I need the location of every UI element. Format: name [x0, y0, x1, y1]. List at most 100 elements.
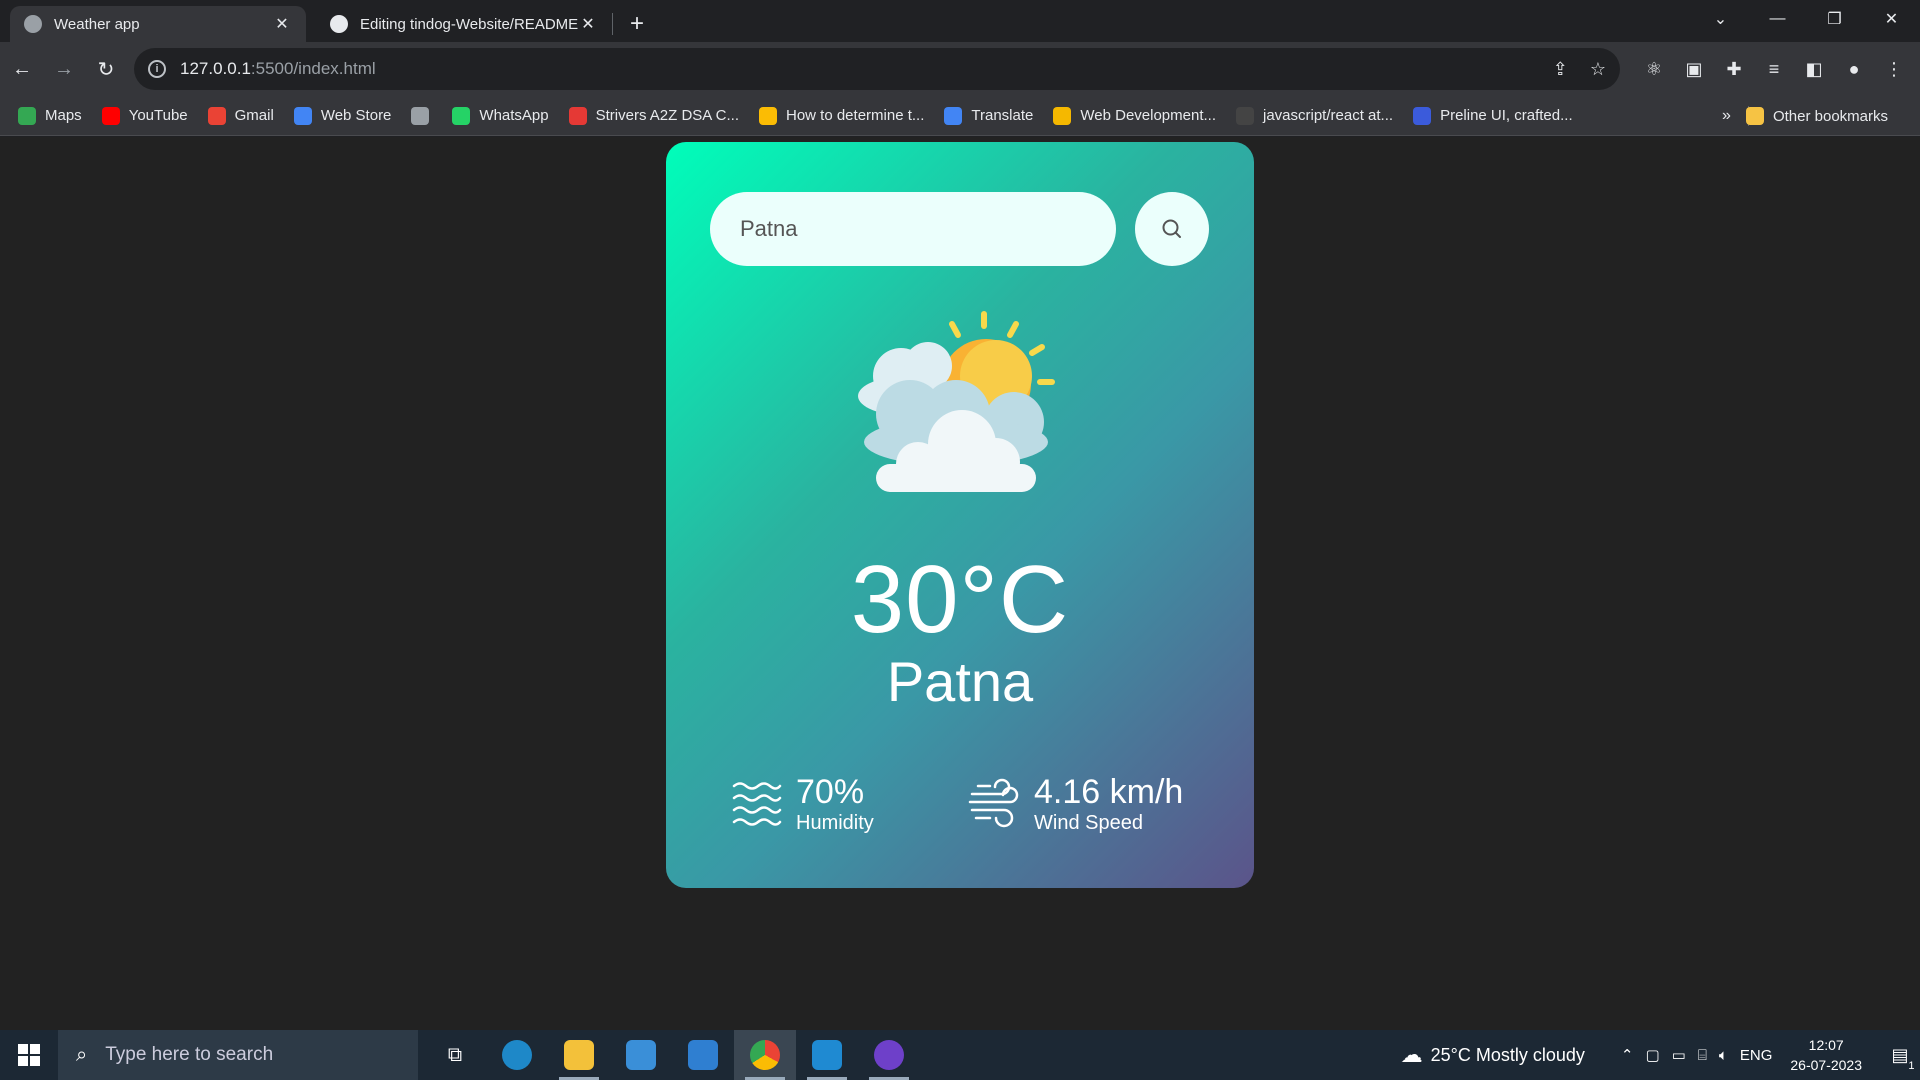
task-view-icon[interactable]: ⧉ — [424, 1030, 486, 1080]
side-panel-icon[interactable]: ◧ — [1794, 49, 1834, 89]
bookmark-item[interactable]: YouTube — [101, 106, 188, 125]
url-path: :5500/index.html — [250, 59, 376, 78]
tab-github-readme[interactable]: Editing tindog-Website/README ✕ — [316, 6, 612, 42]
start-button[interactable] — [0, 1030, 58, 1080]
taskbar-clock[interactable]: 12:07 26-07-2023 — [1790, 1035, 1862, 1075]
notification-icon[interactable]: ▤ 1 — [1880, 1030, 1920, 1080]
restore-icon[interactable]: ❐ — [1806, 0, 1863, 38]
media-control-icon[interactable]: ≡ — [1754, 49, 1794, 89]
wind-speed-label: Wind Speed — [1034, 812, 1143, 834]
tab-strip: Weather app ✕ Editing tindog-Website/REA… — [0, 0, 1920, 42]
extension-icon[interactable]: ▣ — [1674, 49, 1714, 89]
bookmark-label: Maps — [45, 107, 82, 124]
humidity-waves-icon — [732, 782, 782, 826]
bookmark-star-icon[interactable]: ☆ — [1590, 59, 1606, 80]
humidity-label: Humidity — [796, 812, 874, 834]
bookmark-label: Gmail — [234, 107, 274, 124]
more-bookmarks-button[interactable]: » — [1722, 96, 1731, 136]
vscode-icon[interactable] — [796, 1030, 858, 1080]
tray-icons: ⌃ ▢ ▭ ⌸ 🔈︎ ENG — [1621, 1046, 1785, 1065]
humidity-value: 70% — [796, 773, 865, 811]
globe-icon — [24, 15, 42, 33]
bookmark-favicon-icon — [1413, 106, 1432, 125]
clock-time: 12:07 — [1808, 1037, 1844, 1053]
bookmark-item[interactable] — [411, 106, 438, 125]
bookmark-item[interactable]: How to determine t... — [758, 106, 925, 125]
bookmark-favicon-icon — [944, 106, 963, 125]
other-bookmarks-folder[interactable]: Other bookmarks — [1745, 96, 1888, 136]
mail-icon[interactable] — [672, 1030, 734, 1080]
bookmark-item[interactable]: Translate — [944, 106, 1034, 125]
bookmark-favicon-icon — [411, 106, 430, 125]
bookmark-label: YouTube — [128, 107, 188, 124]
bookmark-label: WhatsApp — [479, 107, 549, 124]
bookmark-favicon-icon — [568, 106, 587, 125]
edge-icon[interactable] — [486, 1030, 548, 1080]
close-window-icon[interactable]: ✕ — [1863, 0, 1920, 38]
taskbar-search-box[interactable]: ⌕ Type here to search — [58, 1030, 418, 1080]
battery-icon[interactable]: ▭ — [1672, 1046, 1686, 1064]
windows-taskbar: ⌕ Type here to search ⧉ ☁ 25°C Mostly cl… — [0, 1030, 1920, 1080]
partly-cloudy-sun-icon — [858, 311, 1055, 492]
bookmark-favicon-icon — [101, 106, 120, 125]
bookmark-item[interactable]: Gmail — [207, 106, 274, 125]
address-bar[interactable]: i 127.0.0.1:5500/index.html ⇪ ☆ — [134, 48, 1620, 90]
extensions-area: ⚛ ▣ ✚ ≡ ◧ ● ⋮ — [1634, 49, 1914, 89]
wind-icon — [968, 778, 1019, 828]
react-devtools-icon[interactable]: ⚛ — [1634, 49, 1674, 89]
tab-weather-app[interactable]: Weather app ✕ — [10, 6, 306, 42]
file-explorer-icon[interactable] — [548, 1030, 610, 1080]
close-tab-icon[interactable]: ✕ — [578, 14, 598, 34]
temperature-value: 30°C — [850, 546, 1070, 653]
bookmark-item[interactable]: WhatsApp — [452, 106, 549, 125]
minimize-icon[interactable]: — — [1749, 0, 1806, 38]
network-icon[interactable]: ⌸ — [1698, 1047, 1707, 1064]
menu-dots-icon[interactable]: ⋮ — [1874, 49, 1914, 89]
forward-icon[interactable]: → — [44, 49, 84, 89]
notification-count: 1 — [1908, 1059, 1915, 1072]
volume-icon[interactable]: 🔈︎ — [1719, 1047, 1728, 1064]
tab-title: Weather app — [54, 15, 140, 33]
bookmark-label: Translate — [971, 107, 1034, 124]
meet-now-icon[interactable]: ▢ — [1645, 1046, 1659, 1064]
bookmark-item[interactable]: Web Store — [293, 106, 391, 125]
share-icon[interactable]: ⇪ — [1553, 59, 1568, 80]
chrome-icon[interactable] — [734, 1030, 796, 1080]
bookmark-label: How to determine t... — [785, 107, 925, 124]
puzzle-icon[interactable]: ✚ — [1714, 49, 1754, 89]
close-tab-icon[interactable]: ✕ — [272, 14, 292, 34]
bookmark-item[interactable]: Strivers A2Z DSA C... — [568, 106, 739, 125]
bookmark-label: Strivers A2Z DSA C... — [595, 107, 739, 124]
language-indicator[interactable]: ENG — [1740, 1047, 1773, 1064]
bookmark-item[interactable]: Maps — [18, 106, 82, 125]
humidity-detail: 70% Humidity — [732, 775, 874, 833]
microsoft-store-icon[interactable] — [610, 1030, 672, 1080]
bookmark-item[interactable]: Preline UI, crafted... — [1413, 106, 1573, 125]
folder-icon — [1745, 107, 1764, 125]
github-icon — [330, 15, 348, 33]
bookmark-item[interactable]: Web Development... — [1053, 106, 1216, 125]
bookmark-item[interactable]: javascript/react at... — [1236, 106, 1394, 125]
new-tab-button[interactable]: + — [619, 6, 655, 42]
bookmark-favicon-icon — [207, 106, 226, 125]
search-icon — [1162, 219, 1181, 238]
site-info-icon[interactable]: i — [148, 60, 166, 78]
city-search-input[interactable] — [710, 192, 1116, 266]
wind-detail: 4.16 km/h Wind Speed — [968, 775, 1183, 833]
other-bookmarks-label: Other bookmarks — [1772, 107, 1888, 125]
back-icon[interactable]: ← — [2, 49, 42, 89]
reload-icon[interactable]: ↻ — [86, 49, 126, 89]
tab-search-icon[interactable]: ⌄ — [1692, 0, 1749, 38]
profile-avatar-icon[interactable]: ● — [1834, 49, 1874, 89]
tab-divider — [612, 13, 613, 35]
taskbar-apps: ⧉ — [424, 1030, 920, 1080]
wind-speed-value: 4.16 km/h — [1034, 773, 1184, 811]
bookmark-favicon-icon — [758, 106, 777, 125]
taskbar-weather-text: 25°C Mostly cloudy — [1430, 1044, 1585, 1065]
taskbar-weather-widget[interactable]: ☁ 25°C Mostly cloudy — [1401, 1042, 1585, 1068]
search-button[interactable] — [1135, 192, 1209, 266]
chevron-up-icon[interactable]: ⌃ — [1621, 1046, 1634, 1064]
bookmark-label: javascript/react at... — [1263, 107, 1394, 124]
github-desktop-icon[interactable] — [858, 1030, 920, 1080]
bookmark-favicon-icon — [18, 106, 36, 125]
